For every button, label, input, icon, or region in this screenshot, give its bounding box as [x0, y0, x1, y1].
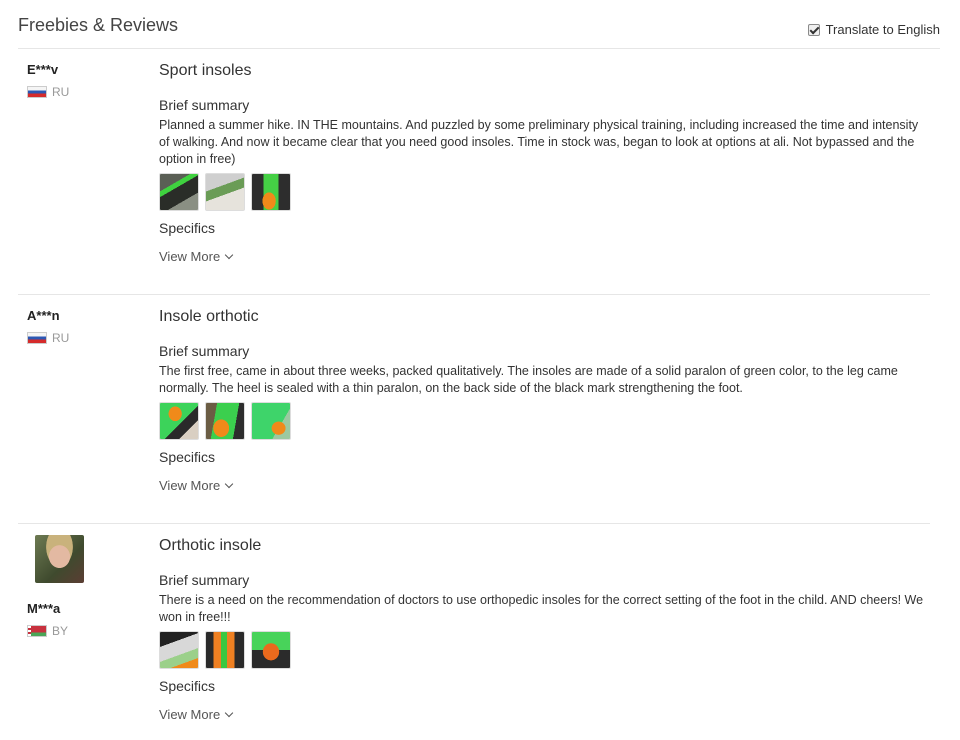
specifics-label: Specifics: [159, 220, 216, 236]
summary-label: Brief summary: [159, 572, 250, 588]
section-title: Freebies & Reviews: [18, 15, 179, 35]
view-more-label: View More: [159, 249, 221, 264]
username: A***n: [27, 308, 60, 323]
review-photos: [159, 402, 929, 440]
review-photo-thumbnail[interactable]: [205, 402, 245, 440]
review-user: E***v RU: [27, 62, 69, 99]
chevron-down-icon: [224, 479, 234, 489]
review-title: Insole orthotic: [159, 308, 259, 325]
review-content: Insole orthotic Brief summary The first …: [159, 308, 929, 495]
country: BY: [27, 624, 84, 638]
flag-by-icon: [27, 625, 47, 637]
country-code: RU: [52, 85, 70, 99]
view-more-button[interactable]: View More: [159, 707, 234, 722]
username: M***a: [27, 601, 61, 616]
review-user: A***n RU: [27, 308, 69, 345]
username: E***v: [27, 62, 59, 77]
review-photo-thumbnail[interactable]: [159, 402, 199, 440]
review-photo-thumbnail[interactable]: [251, 173, 291, 211]
review-item: M***a BY Orthotic insole Brief summary T…: [18, 524, 930, 740]
view-more-label: View More: [159, 707, 221, 722]
review-photos: [159, 173, 929, 211]
summary-text: There is a need on the recommendation of…: [159, 593, 924, 624]
review-photo-thumbnail[interactable]: [159, 173, 199, 211]
reviews-header: Freebies & Reviews Translate to English: [18, 0, 940, 49]
view-more-label: View More: [159, 478, 221, 493]
country-code: RU: [52, 331, 70, 345]
specifics-label: Specifics: [159, 449, 216, 465]
view-more-button[interactable]: View More: [159, 478, 234, 493]
review-content: Orthotic insole Brief summary There is a…: [159, 537, 929, 724]
country: RU: [27, 331, 69, 345]
chevron-down-icon: [224, 708, 234, 718]
summary-text: The first free, came in about three week…: [159, 364, 898, 395]
review-user: M***a BY: [27, 535, 84, 638]
avatar: [35, 535, 84, 583]
translate-checkbox[interactable]: [807, 23, 820, 36]
review-title: Sport insoles: [159, 62, 252, 79]
review-photo-thumbnail[interactable]: [251, 402, 291, 440]
specifics-label: Specifics: [159, 678, 216, 694]
review-item: E***v RU Sport insoles Brief summary Pla…: [18, 49, 930, 295]
review-photo-thumbnail[interactable]: [205, 631, 245, 669]
flag-ru-icon: [27, 86, 47, 98]
summary-label: Brief summary: [159, 343, 250, 359]
summary-label: Brief summary: [159, 97, 250, 113]
translate-label: Translate to English: [825, 22, 940, 37]
country-code: BY: [52, 624, 69, 638]
flag-ru-icon: [27, 332, 47, 344]
chevron-down-icon: [224, 250, 234, 260]
review-title: Orthotic insole: [159, 537, 262, 554]
review-photo-thumbnail[interactable]: [205, 173, 245, 211]
review-item: A***n RU Insole orthotic Brief summary T…: [18, 295, 930, 524]
country: RU: [27, 85, 69, 99]
summary-text: Planned a summer hike. IN THE mountains.…: [159, 118, 919, 166]
review-photo-thumbnail[interactable]: [251, 631, 291, 669]
translate-toggle[interactable]: Translate to English: [807, 22, 940, 37]
view-more-button[interactable]: View More: [159, 249, 234, 264]
review-content: Sport insoles Brief summary Planned a su…: [159, 62, 929, 266]
review-photos: [159, 631, 929, 669]
review-photo-thumbnail[interactable]: [159, 631, 199, 669]
